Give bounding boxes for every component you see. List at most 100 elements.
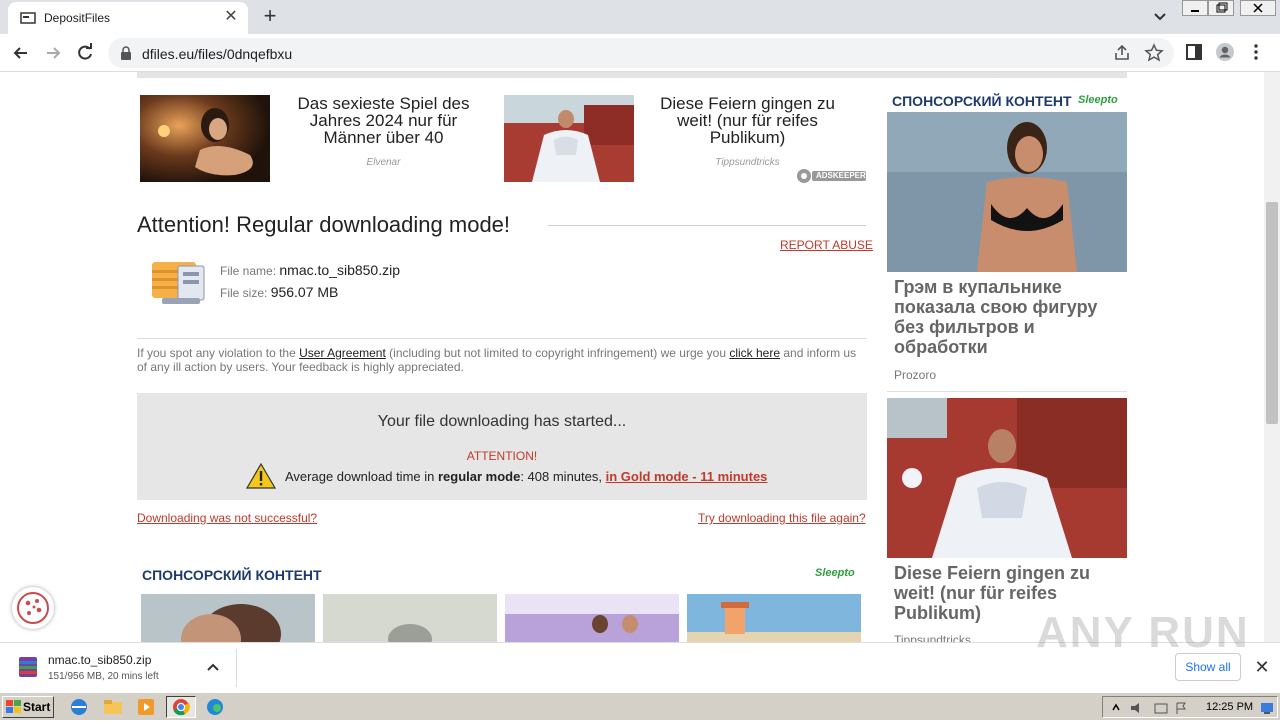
tab-close-icon[interactable]: ✕ xyxy=(222,8,240,26)
scrollbar-thumb[interactable] xyxy=(1266,202,1278,424)
tab-search-chevron-icon[interactable] xyxy=(1150,6,1170,26)
download-separator xyxy=(236,649,237,687)
taskbar-clock: 12:25 PM xyxy=(1206,701,1254,713)
bookmark-star-icon[interactable] xyxy=(1144,43,1164,63)
close-download-bar-icon[interactable]: ✕ xyxy=(1252,657,1272,677)
section-divider xyxy=(137,338,867,339)
file-size-row: File size: 956.07 MB xyxy=(220,284,338,300)
download-filename[interactable]: nmac.to_sib850.zip xyxy=(48,653,151,667)
try-again-link[interactable]: Try downloading this file again? xyxy=(698,511,866,525)
average-download-time: Average download time in regular mode: 4… xyxy=(285,469,767,484)
close-window-button[interactable] xyxy=(1240,0,1276,16)
cookie-icon xyxy=(17,592,49,624)
chevron-up-icon[interactable] xyxy=(203,657,223,677)
download-status-box: Your file downloading has started... ATT… xyxy=(137,393,867,500)
new-tab-button[interactable]: + xyxy=(258,4,282,28)
forward-arrow-icon[interactable] xyxy=(40,40,66,66)
sponsored-thumb-3[interactable] xyxy=(505,594,679,642)
warning-triangle-icon xyxy=(246,463,276,489)
tab-depositfiles[interactable]: DepositFiles ✕ xyxy=(8,2,248,34)
profile-avatar-icon[interactable] xyxy=(1215,42,1235,62)
ad-image-bride xyxy=(504,95,634,182)
sleepto-logo-right[interactable]: Sleepto xyxy=(1078,94,1118,106)
sponsored-thumb-2[interactable] xyxy=(323,594,497,642)
sleepto-logo-bottom[interactable]: Sleepto xyxy=(815,567,855,579)
report-abuse-link[interactable]: REPORT ABUSE xyxy=(780,238,873,252)
violation-notice: If you spot any violation to the User Ag… xyxy=(137,346,867,374)
minimize-button[interactable] xyxy=(1182,0,1208,16)
right-ad-image-swimsuit[interactable] xyxy=(887,112,1127,272)
notice-text-2: (including but not limited to copyright … xyxy=(385,346,730,360)
user-agreement-link[interactable]: User Agreement xyxy=(299,346,386,360)
show-desktop-icon[interactable] xyxy=(1259,700,1275,716)
tab-title: DepositFiles xyxy=(44,11,111,25)
sponsored-thumb-1[interactable] xyxy=(141,594,315,642)
right-ad-source-1: Prozoro xyxy=(894,368,937,382)
back-arrow-icon[interactable] xyxy=(8,40,34,66)
right-ad-headline-1[interactable]: Грэм в купальнике показала свою фигуру б… xyxy=(894,277,1119,357)
start-label: Start xyxy=(23,700,51,714)
restore-button[interactable] xyxy=(1208,0,1234,16)
download-progress-status: 151/956 MB, 20 mins left xyxy=(48,671,159,682)
ad-source: Tippsundtricks xyxy=(715,157,780,168)
top-ad-1[interactable]: Das sexieste Spiel des Jahres 2024 nur f… xyxy=(140,95,480,185)
chrome-taskbar-button[interactable] xyxy=(166,696,196,718)
media-player-icon[interactable] xyxy=(133,696,159,718)
top-strip xyxy=(137,72,1127,78)
page-scrollbar[interactable] xyxy=(1264,72,1280,642)
start-button[interactable]: Start xyxy=(2,696,54,718)
explorer-folder-icon[interactable] xyxy=(100,696,126,718)
more-menu-icon[interactable] xyxy=(1246,42,1266,62)
side-panel-icon[interactable] xyxy=(1184,42,1204,62)
restore-icon xyxy=(1216,2,1228,13)
ad-source: Elvenar xyxy=(366,157,401,168)
regular-mode-label: regular mode xyxy=(437,469,521,484)
adskeeper-label: ADSKEEPER xyxy=(816,171,866,180)
web-page: Das sexieste Spiel des Jahres 2024 nur f… xyxy=(0,72,1280,642)
right-ad-source-2: Tippsundtricks xyxy=(894,633,971,642)
url-text: dfiles.eu/files/0dnqefbxu xyxy=(142,46,293,62)
sleepto-brand: Sleepto xyxy=(1078,94,1118,106)
file-name-label: File name: xyxy=(220,264,277,278)
tray-icons[interactable] xyxy=(1109,700,1189,716)
system-tray: 12:25 PM xyxy=(1102,696,1278,718)
ad-headline: Das sexieste Spiel des Jahres 2024 nur f… xyxy=(297,94,470,147)
windows-logo-icon xyxy=(6,700,21,713)
tab-strip: DepositFiles ✕ + xyxy=(0,0,1280,34)
lock-icon xyxy=(121,46,131,60)
ie-icon[interactable] xyxy=(66,696,92,718)
windows-taskbar: Start 12:25 PM xyxy=(0,692,1280,720)
ad-image-woman-candle xyxy=(140,95,270,182)
attention-label: ATTENTION! xyxy=(466,449,538,463)
minimize-icon xyxy=(1191,10,1199,12)
right-ad-separator xyxy=(887,391,1127,392)
chrome-icon xyxy=(173,699,190,716)
depositfiles-favicon-icon xyxy=(20,12,36,24)
sponsored-thumb-4[interactable] xyxy=(687,594,861,642)
file-size-label: File size: xyxy=(220,286,268,300)
avg-text-prefix: Average download time in xyxy=(285,469,438,484)
click-here-link[interactable]: click here xyxy=(729,346,780,360)
not-successful-link[interactable]: Downloading was not successful? xyxy=(137,511,317,525)
download-started-text: Your file downloading has started... xyxy=(377,413,627,430)
share-icon[interactable] xyxy=(1112,43,1132,63)
sleepto-brand: Sleepto xyxy=(815,567,855,579)
edge-icon[interactable] xyxy=(202,696,228,718)
file-name-value: nmac.to_sib850.zip xyxy=(279,262,401,278)
gold-mode-link[interactable]: in Gold mode - 11 minutes xyxy=(606,469,768,484)
right-ad-image-bride[interactable] xyxy=(887,398,1127,558)
file-size-value: 956.07 MB xyxy=(270,284,339,300)
cookie-settings-button[interactable] xyxy=(12,587,54,629)
reload-icon[interactable] xyxy=(72,40,98,66)
close-window-icon xyxy=(1253,3,1263,13)
title-divider xyxy=(548,225,866,226)
address-bar[interactable]: dfiles.eu/files/0dnqefbxu xyxy=(108,38,1174,68)
sponsored-heading-bottom: СПОНСОРСКИЙ КОНТЕНТ xyxy=(142,567,322,583)
browser-toolbar: dfiles.eu/files/0dnqefbxu xyxy=(0,34,1280,72)
adskeeper-badge[interactable]: ADSKEEPER xyxy=(796,168,866,186)
file-name-row: File name: nmac.to_sib850.zip xyxy=(220,262,400,278)
sponsored-heading-right: СПОНСОРСКИЙ КОНТЕНТ xyxy=(892,93,1072,109)
page-title: Attention! Regular downloading mode! xyxy=(137,212,511,237)
anyrun-watermark: ANY RUN xyxy=(1036,608,1250,657)
ad-headline: Diese Feiern gingen zu weit! (nur für re… xyxy=(660,94,835,147)
